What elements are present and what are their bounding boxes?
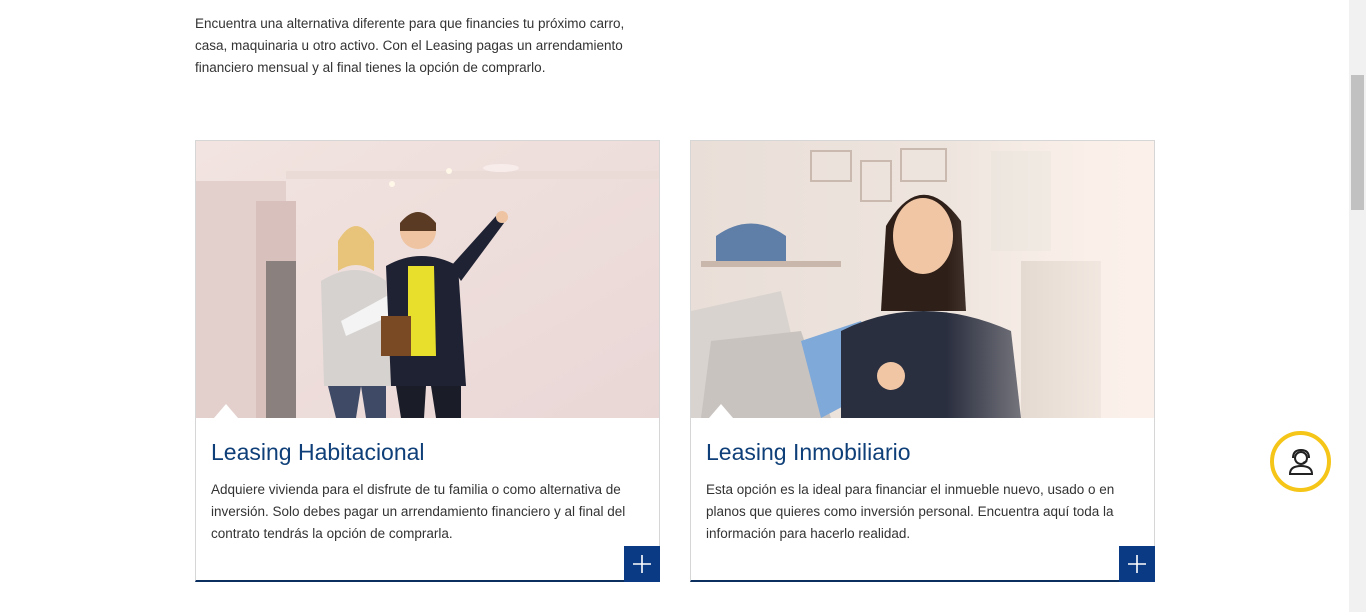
page-scrollbar[interactable] — [1349, 0, 1366, 612]
card-title[interactable]: Leasing Habitacional — [211, 439, 425, 466]
image-notch — [214, 404, 238, 418]
card-image-shop-owner — [691, 141, 1154, 418]
card-title[interactable]: Leasing Inmobiliario — [706, 439, 911, 466]
card-leasing-inmobiliario[interactable]: Leasing Inmobiliario Esta opción es la i… — [690, 140, 1155, 582]
scrollbar-thumb[interactable] — [1351, 75, 1364, 210]
intro-text: Encuentra una alternativa diferente para… — [195, 16, 625, 75]
plus-icon — [633, 555, 651, 573]
image-notch — [709, 404, 733, 418]
card-description: Adquiere vivienda para el disfrute de tu… — [211, 482, 626, 541]
expand-button[interactable] — [1119, 546, 1155, 582]
plus-icon — [1128, 555, 1146, 573]
card-image-couple — [196, 141, 659, 418]
help-chat-button[interactable] — [1270, 431, 1331, 492]
card-leasing-habitacional[interactable]: Leasing Habitacional Adquiere vivienda p… — [195, 140, 660, 582]
card-description: Esta opción es la ideal para financiar e… — [706, 482, 1115, 541]
expand-button[interactable] — [624, 546, 660, 582]
help-agent-icon — [1288, 448, 1313, 475]
